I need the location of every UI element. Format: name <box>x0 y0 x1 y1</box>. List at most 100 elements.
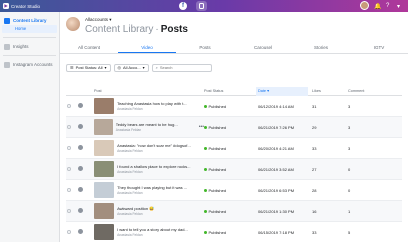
instagram-icon[interactable] <box>196 1 207 11</box>
sidebar-item-insights[interactable]: Insights <box>0 42 59 51</box>
facebook-icon[interactable]: f <box>179 2 187 10</box>
post-status-filter[interactable]: ☰ Post Status: All ▾ <box>66 63 111 72</box>
instagram-icon: ◎ <box>117 65 122 70</box>
video-play-icon <box>78 103 83 108</box>
post-title[interactable]: I found a shallow place to explore rocks… <box>117 164 204 169</box>
column-header-date[interactable]: Date ▾ <box>256 86 308 96</box>
app-name: Creator Studio <box>11 3 41 9</box>
post-title[interactable]: They thought I was playing but it was ..… <box>117 185 204 190</box>
column-header-post[interactable]: Post <box>94 89 204 93</box>
post-author: Anastasia Feldan <box>117 212 143 216</box>
help-icon[interactable]: ? <box>386 1 389 11</box>
likes-count: 29 <box>312 124 317 130</box>
row-select-radio[interactable] <box>67 103 71 108</box>
insights-icon <box>4 43 10 50</box>
post-thumbnail[interactable] <box>94 119 113 135</box>
post-thumbnail[interactable] <box>94 140 115 156</box>
sidebar-item-content-library[interactable]: Content Library <box>0 16 59 25</box>
video-play-icon <box>78 124 83 129</box>
post-thumbnail[interactable] <box>94 182 115 198</box>
post-title[interactable]: Anastasia: "now don't scar me" #dogsof..… <box>117 143 204 148</box>
likes-count: 27 <box>312 166 317 172</box>
search-box[interactable]: ⌕ <box>151 63 212 72</box>
published-dot-icon <box>204 188 207 192</box>
column-header-comments[interactable]: Comment <box>348 89 388 93</box>
sidebar-divider <box>3 55 56 56</box>
sidebar-item-instagram-accounts[interactable]: Instagram Accounts <box>0 60 59 69</box>
account-switcher[interactable]: Allaccounts ▾ <box>85 17 112 23</box>
post-thumbnail[interactable] <box>94 203 115 219</box>
table-row[interactable]: Awkward position 😅 Anastasia Feldan Publis… <box>66 201 402 222</box>
status-label: Published <box>208 208 227 214</box>
filter-bar: ☰ Post Status: All ▾ ◎ All Acco... ▾ ⌕ <box>66 63 212 72</box>
tab-posts[interactable]: Posts <box>176 42 234 53</box>
content-tabs: All Content Video Posts Carousel Stories… <box>60 42 408 54</box>
brand[interactable]: ▶ Creator Studio <box>3 3 40 9</box>
comments-count: 0 <box>348 187 351 193</box>
bell-icon[interactable]: 🔔 <box>374 1 381 11</box>
table-row[interactable]: They thought I was playing but it was ..… <box>66 180 402 201</box>
post-date: 06/15/2019 7:18 PM <box>258 229 295 235</box>
row-select-radio[interactable] <box>67 166 71 171</box>
row-select-radio[interactable] <box>67 187 71 192</box>
post-status-filter-label: Post Status: All <box>75 65 103 70</box>
row-select-radio[interactable] <box>67 124 71 129</box>
accounts-filter[interactable]: ◎ All Acco... ▾ <box>113 63 149 72</box>
page-title-page: Posts <box>160 24 188 35</box>
main-content: Allaccounts ▾ Content Library · Posts All … <box>60 12 408 242</box>
post-author: Anastasia Feldan <box>117 170 143 174</box>
post-author: Anastasia Feldan <box>117 107 143 111</box>
likes-count: 33 <box>312 229 317 235</box>
post-title[interactable]: Teaching Anastasia how to play with t... <box>117 101 204 106</box>
post-thumbnail[interactable] <box>94 98 115 114</box>
published-dot-icon <box>204 146 207 150</box>
post-title[interactable]: Teddy bears are meant to be hug... <box>116 122 197 127</box>
sidebar-item-home[interactable]: Home <box>2 25 57 33</box>
status-badge: Published <box>204 104 256 109</box>
post-date: 06/21/2019 6:53 PM <box>258 187 295 193</box>
post-date: 06/21/2019 7:26 PM <box>258 124 295 130</box>
status-label: Published <box>208 229 227 235</box>
likes-count: 16 <box>312 208 317 214</box>
table-row[interactable]: I want to tell you a story about my dad.… <box>66 222 402 242</box>
table-row[interactable]: Teddy bears are meant to be hug... Anasta… <box>66 117 402 138</box>
status-badge: Published <box>204 209 256 214</box>
post-author: Anastasia Feldan <box>117 233 143 237</box>
video-play-icon <box>78 145 83 150</box>
instagram-accounts-icon <box>4 61 10 68</box>
comments-count: 0 <box>348 166 351 172</box>
post-thumbnail[interactable] <box>94 224 115 240</box>
status-label: Published <box>208 124 227 130</box>
post-title[interactable]: I want to tell you a story about my dad.… <box>117 227 204 232</box>
row-select-radio[interactable] <box>67 229 71 234</box>
likes-count: 33 <box>312 145 317 151</box>
filter-icon: ☰ <box>70 65 74 70</box>
column-header-likes[interactable]: Likes <box>308 89 348 93</box>
post-title[interactable]: Awkward position 😅 <box>117 206 204 211</box>
status-label: Published <box>208 103 227 109</box>
table-row[interactable]: Teaching Anastasia how to play with t...… <box>66 96 402 117</box>
search-input[interactable] <box>159 65 210 70</box>
chevron-down-icon: ▾ <box>109 17 112 22</box>
tab-video[interactable]: Video <box>118 42 176 53</box>
post-thumbnail[interactable] <box>94 161 115 177</box>
likes-count: 28 <box>312 187 317 193</box>
chevron-down-icon[interactable]: ▾ <box>397 1 400 11</box>
profile-avatar[interactable] <box>360 1 369 10</box>
table-row[interactable]: I found a shallow place to explore rocks… <box>66 159 402 180</box>
tab-carousel[interactable]: Carousel <box>234 42 292 53</box>
column-header-status[interactable]: Post Status <box>204 89 256 93</box>
row-select-radio[interactable] <box>67 145 71 150</box>
status-badge: Published <box>204 188 256 193</box>
creator-studio-logo-icon: ▶ <box>3 3 9 9</box>
tab-igtv[interactable]: IGTV <box>350 42 408 53</box>
chevron-down-icon: ▾ <box>142 65 145 70</box>
post-author: Anastasia Feldan <box>117 149 143 153</box>
published-dot-icon <box>204 230 207 234</box>
table-row[interactable]: Anastasia: "now don't scar me" #dogsof..… <box>66 138 402 159</box>
tab-all-content[interactable]: All Content <box>60 42 118 53</box>
top-bar: ▶ Creator Studio f 🔔 ? ▾ <box>0 0 408 12</box>
status-label: Published <box>208 166 227 172</box>
row-select-radio[interactable] <box>67 208 71 213</box>
tab-stories[interactable]: Stories <box>292 42 350 53</box>
